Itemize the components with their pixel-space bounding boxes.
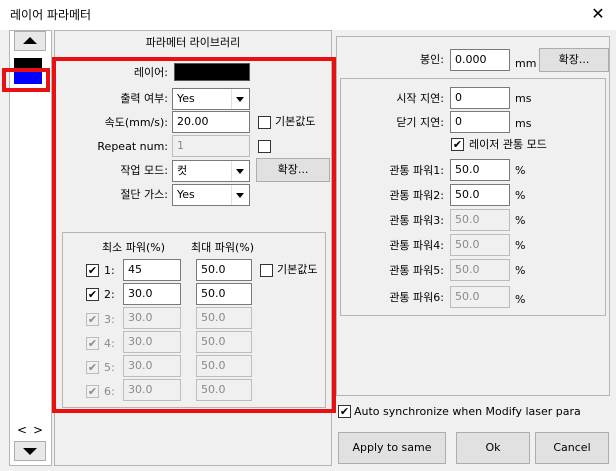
nav-left-icon[interactable]: < xyxy=(17,423,27,437)
pierce-power-input[interactable]: 50.0 xyxy=(450,286,510,308)
pierce-power-label: 관통 파워2: xyxy=(389,189,444,202)
pierce-power-unit: % xyxy=(515,293,526,306)
pierce-power-unit: % xyxy=(515,239,526,252)
pierce-power-label: 관통 파워3: xyxy=(389,214,444,227)
window-title: 레이어 파라메터 xyxy=(10,8,92,22)
auto-sync-label: Auto synchronize when Modify laser para xyxy=(354,405,581,418)
pierce-power-label: 관통 파워1: xyxy=(389,164,444,177)
start-delay-unit: ms xyxy=(515,92,532,105)
arrow-down-icon xyxy=(23,448,37,455)
ok-button[interactable]: Ok xyxy=(456,432,530,464)
seal-expand-button[interactable]: 확장... xyxy=(539,48,609,72)
pierce-power-input[interactable]: 50.0 xyxy=(450,209,510,231)
pierce-power-unit: % xyxy=(515,214,526,227)
start-delay-label: 시작 지연: xyxy=(396,92,444,105)
close-icon[interactable]: ✕ xyxy=(586,3,610,25)
apply-to-same-button[interactable]: Apply to same xyxy=(338,432,446,464)
laser-pierce-checkbox[interactable]: ✔ xyxy=(451,138,464,151)
pierce-power-unit: % xyxy=(515,189,526,202)
seal-label: 봉인: xyxy=(420,53,444,66)
layer-swatch-black[interactable] xyxy=(14,58,42,68)
pierce-power-input[interactable]: 50.0 xyxy=(450,259,510,281)
auto-sync-checkbox[interactable]: ✔ xyxy=(338,405,351,418)
pierce-power-label: 관통 파워5: xyxy=(389,264,444,277)
layer-list xyxy=(9,30,52,466)
pierce-power-unit: % xyxy=(515,264,526,277)
layer-selection-highlight xyxy=(2,68,50,92)
pierce-power-input[interactable]: 50.0 xyxy=(450,159,510,181)
cancel-button[interactable]: Cancel xyxy=(535,432,609,464)
seal-input[interactable]: 0.000 xyxy=(450,49,510,71)
laser-pierce-label: 레이저 관통 모드 xyxy=(469,138,547,151)
seal-unit: mm xyxy=(515,57,537,70)
pierce-power-input[interactable]: 50.0 xyxy=(450,234,510,256)
arrow-up-icon xyxy=(23,37,37,44)
close-delay-label: 닫기 지연: xyxy=(396,116,444,129)
title-bar xyxy=(0,0,616,30)
pierce-power-input[interactable]: 50.0 xyxy=(450,184,510,206)
nav-right-icon[interactable]: > xyxy=(33,423,43,437)
library-header: 파라메터 라이브러리 xyxy=(145,36,241,49)
pierce-power-unit: % xyxy=(515,164,526,177)
start-delay-input[interactable]: 0 xyxy=(450,87,510,109)
form-highlight xyxy=(52,57,336,413)
pierce-power-label: 관통 파워4: xyxy=(389,239,444,252)
scroll-down-button[interactable] xyxy=(14,441,46,461)
close-delay-input[interactable]: 0 xyxy=(450,111,510,133)
pierce-power-label: 관통 파워6: xyxy=(389,291,444,304)
scroll-up-button[interactable] xyxy=(14,31,46,51)
close-delay-unit: ms xyxy=(515,117,532,130)
